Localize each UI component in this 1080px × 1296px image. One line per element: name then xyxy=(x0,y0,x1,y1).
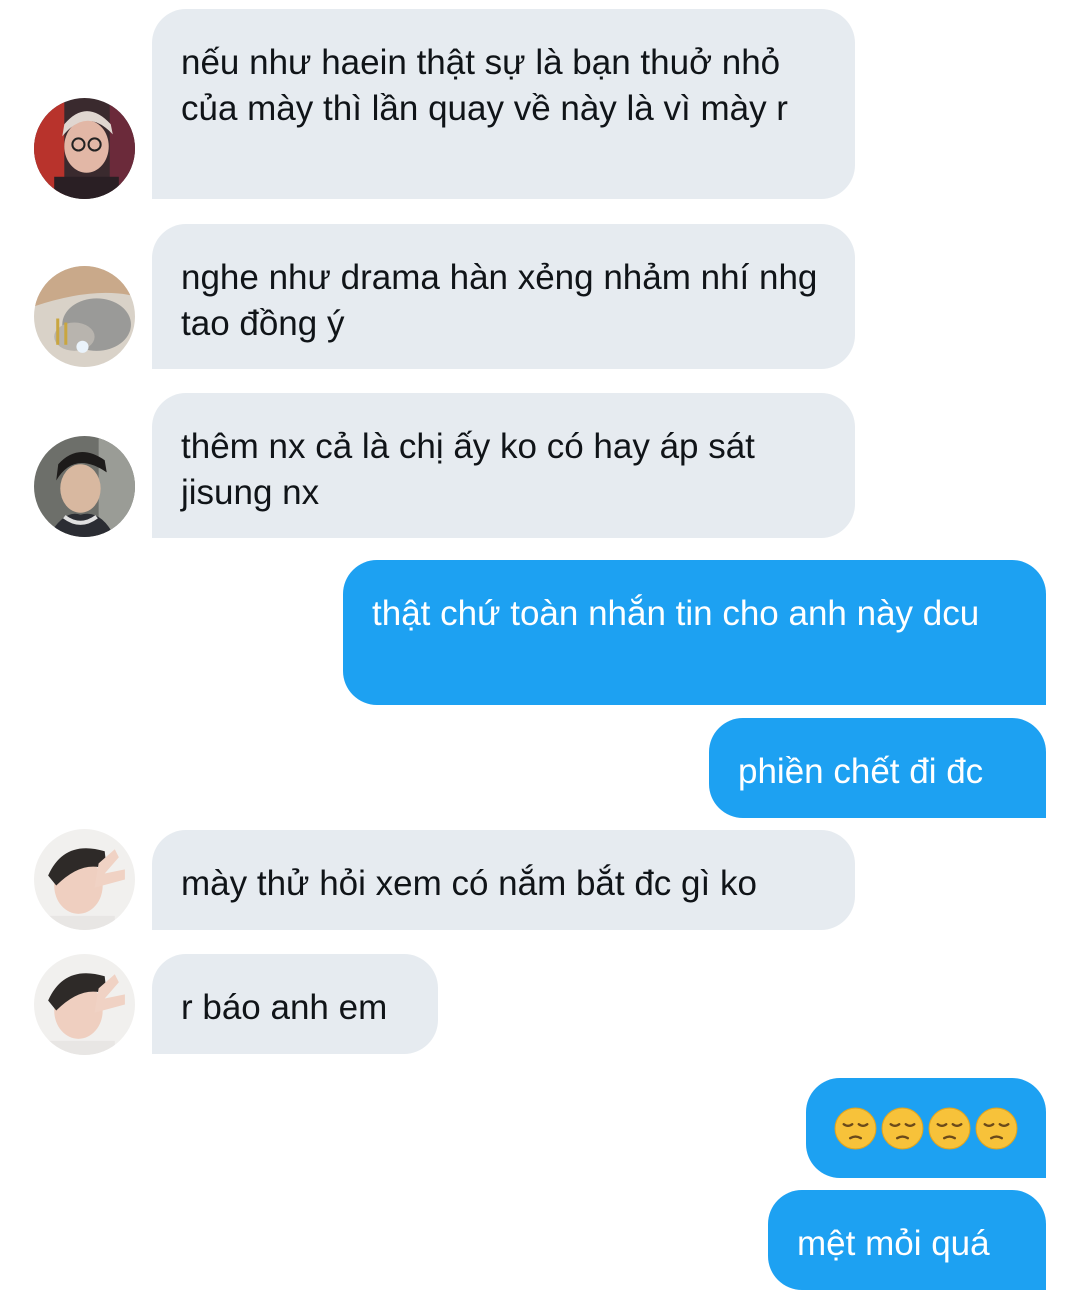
message-bubble-outgoing[interactable] xyxy=(806,1078,1046,1178)
sender-avatar[interactable] xyxy=(34,829,135,930)
avatar-photo xyxy=(34,829,135,930)
message-bubble-incoming[interactable]: thêm nx cả là chị ấy ko có hay áp sát ji… xyxy=(152,393,855,538)
message-text: phiền chết đi đc xyxy=(738,752,984,791)
message-text: nghe như drama hàn xẻng nhảm nhí nhg tao… xyxy=(181,258,818,343)
pensive-face-emoji xyxy=(928,1107,971,1150)
message-bubble-incoming[interactable]: r báo anh em xyxy=(152,954,438,1054)
message-text: r báo anh em xyxy=(181,988,388,1027)
sender-avatar[interactable] xyxy=(34,954,135,1055)
message-bubble-incoming[interactable]: mày thử hỏi xem có nắm bắt đc gì ko xyxy=(152,830,855,930)
avatar-photo xyxy=(34,436,135,537)
message-text: nếu như haein thật sự là bạn thuở nhỏ củ… xyxy=(181,43,788,128)
avatar-photo xyxy=(34,954,135,1055)
avatar-photo xyxy=(34,266,135,367)
sender-avatar[interactable] xyxy=(34,98,135,199)
sender-avatar[interactable] xyxy=(34,436,135,537)
emoji-row xyxy=(828,1078,1024,1178)
sender-avatar[interactable] xyxy=(34,266,135,367)
message-bubble-incoming[interactable]: nghe như drama hàn xẻng nhảm nhí nhg tao… xyxy=(152,224,855,369)
avatar-photo xyxy=(34,98,135,199)
pensive-face-emoji xyxy=(881,1107,924,1150)
message-text: mệt mỏi quá xyxy=(797,1224,990,1263)
message-text: thêm nx cả là chị ấy ko có hay áp sát ji… xyxy=(181,427,755,512)
message-bubble-outgoing[interactable]: phiền chết đi đc xyxy=(709,718,1046,818)
message-text: mày thử hỏi xem có nắm bắt đc gì ko xyxy=(181,864,757,903)
message-bubble-outgoing[interactable]: mệt mỏi quá xyxy=(768,1190,1046,1290)
pensive-face-emoji xyxy=(834,1107,877,1150)
message-text: thật chứ toàn nhắn tin cho anh này dcu xyxy=(372,594,980,633)
pensive-face-emoji xyxy=(975,1107,1018,1150)
message-bubble-outgoing[interactable]: thật chứ toàn nhắn tin cho anh này dcu xyxy=(343,560,1046,705)
message-bubble-incoming[interactable]: nếu như haein thật sự là bạn thuở nhỏ củ… xyxy=(152,9,855,199)
